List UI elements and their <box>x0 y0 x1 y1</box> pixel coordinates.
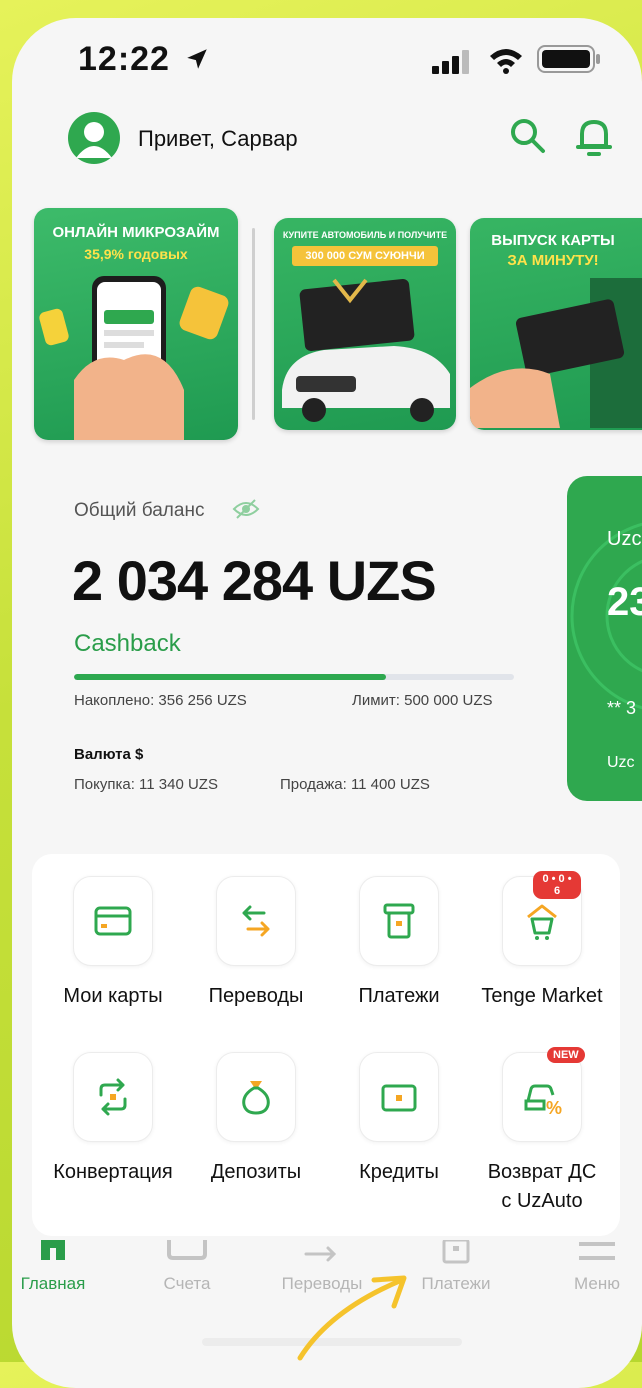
cashback-label[interactable]: Cashback <box>74 630 181 658</box>
service-label: Конвертация <box>53 1161 173 1183</box>
currency-sell: Продажа: 11 400 UZS <box>280 776 430 793</box>
greeting: Привет, Сарвар <box>138 126 298 151</box>
service-my-cards[interactable]: Мои карты <box>44 876 182 1011</box>
menu-icon <box>579 1242 615 1260</box>
currency-buy: Покупка: 11 340 UZS <box>74 776 218 793</box>
banner-title: КУПИТЕ АВТОМОБИЛЬ И ПОЛУЧИТЕ <box>282 230 448 240</box>
phone-hand-illustration <box>39 276 229 440</box>
cash-icon <box>381 1084 417 1112</box>
service-label: Депозиты <box>210 1161 302 1183</box>
pointer-arrow-icon <box>297 1275 407 1361</box>
banner-subtitle: ЗА МИНУТУ! <box>507 252 599 269</box>
service-label: Кредиты <box>359 1161 439 1183</box>
service-label: Мои карты <box>63 985 163 1007</box>
balance-label: Общий баланс <box>74 498 260 522</box>
eye-hidden-icon[interactable] <box>232 498 260 520</box>
market-cart-icon <box>527 904 557 940</box>
service-icon-box <box>73 876 153 966</box>
car-percent-icon: % <box>524 1084 562 1117</box>
service-icon-box <box>359 1052 439 1142</box>
location-arrow-icon <box>187 49 208 69</box>
app-header: Привет, Сарвар <box>68 112 628 168</box>
service-uzauto-refund[interactable]: NEW % Возврат ДС с UzAuto <box>473 1047 611 1216</box>
signal-icon <box>432 50 469 74</box>
card-pattern-icon <box>570 522 642 710</box>
services-panel: Мои карты Переводы Платежи 0 • 0 • 6 Ten… <box>32 854 620 1236</box>
phone-screen: 12:22 Привет, Сарвар ОНЛАЙН МИКРОЗАЙМ 35… <box>12 18 642 1388</box>
car-card-illustration <box>282 278 450 422</box>
card-balance: 23 <box>607 580 642 624</box>
service-icon-box <box>73 1052 153 1142</box>
cashback-progress <box>74 674 514 680</box>
money-bag-icon <box>242 1081 270 1115</box>
banner-subtitle: 35,9% годовых <box>84 246 188 262</box>
service-transfers[interactable]: Переводы <box>187 876 325 1011</box>
payment-terminal-icon <box>442 1240 470 1264</box>
battery-icon <box>537 45 600 73</box>
user-icon <box>76 122 112 158</box>
banner-card-issue[interactable]: ВЫПУСК КАРТЫ ЗА МИНУТУ! <box>470 218 642 430</box>
card-number: ** 3 <box>607 698 637 718</box>
tab-label: Главная <box>20 1274 86 1293</box>
cashback-limit: Лимит: 500 000 UZS <box>352 692 493 709</box>
banner-divider <box>252 228 255 420</box>
avatar[interactable] <box>68 112 120 164</box>
cashback-progress-fill <box>74 674 387 680</box>
banner-microloan[interactable]: ОНЛАЙН МИКРОЗАЙМ 35,9% годовых <box>34 208 238 440</box>
service-conversion[interactable]: Конвертация <box>44 1052 182 1187</box>
market-badge: 0 • 0 • 6 <box>533 871 581 899</box>
wallet-icon <box>167 1240 207 1260</box>
balance-value: 2 034 284 UZS <box>72 549 437 612</box>
transfer-arrows-icon <box>242 905 270 937</box>
tab-label: Меню <box>574 1274 620 1293</box>
service-credits[interactable]: Кредиты <box>330 1052 468 1187</box>
service-icon-box: 0 • 0 • 6 <box>502 871 582 966</box>
currency-label: Валюта $ <box>74 746 144 763</box>
service-label: Возврат ДС с UzAuto <box>487 1161 597 1212</box>
service-icon-box <box>216 876 296 966</box>
wifi-icon <box>490 49 522 74</box>
card-type: Uzc <box>607 754 635 771</box>
home-icon <box>41 1240 65 1260</box>
transfer-arrow-icon <box>304 1246 337 1262</box>
service-deposits[interactable]: Депозиты <box>187 1052 325 1187</box>
service-payments[interactable]: Платежи <box>330 876 468 1011</box>
payment-terminal-icon <box>383 903 415 939</box>
new-badge: NEW <box>547 1047 585 1063</box>
service-icon-box <box>216 1052 296 1142</box>
bell-icon[interactable] <box>574 116 614 158</box>
side-bank-card[interactable]: Uzc 23 ** 3 Uzc <box>567 476 642 801</box>
service-icon-box <box>359 876 439 966</box>
tab-label: Счета <box>163 1274 211 1293</box>
banner-car-promo[interactable]: КУПИТЕ АВТОМОБИЛЬ И ПОЛУЧИТЕ 300 000 СУМ… <box>274 218 456 430</box>
service-tenge-market[interactable]: 0 • 0 • 6 Tenge Market <box>473 871 611 1011</box>
svg-text:%: % <box>546 1098 562 1117</box>
card-hand-illustration <box>470 278 642 428</box>
service-label: Переводы <box>208 985 304 1007</box>
card-icon <box>94 906 132 936</box>
card-bank-name: Uzc <box>607 528 642 550</box>
status-time: 12:22 <box>78 40 210 79</box>
banner-title: ОНЛАЙН МИКРОЗАЙМ <box>52 224 220 241</box>
cashback-accumulated: Накоплено: 356 256 UZS <box>74 692 247 709</box>
service-icon-box: NEW % <box>502 1047 585 1142</box>
banner-subtitle: 300 000 СУМ СУЮНЧИ <box>292 246 438 266</box>
conversion-icon <box>99 1078 127 1116</box>
service-label: Платежи <box>358 985 440 1007</box>
search-icon[interactable] <box>508 116 548 156</box>
banner-title: ВЫПУСК КАРТЫ <box>491 232 615 249</box>
service-label: Tenge Market <box>481 985 603 1007</box>
